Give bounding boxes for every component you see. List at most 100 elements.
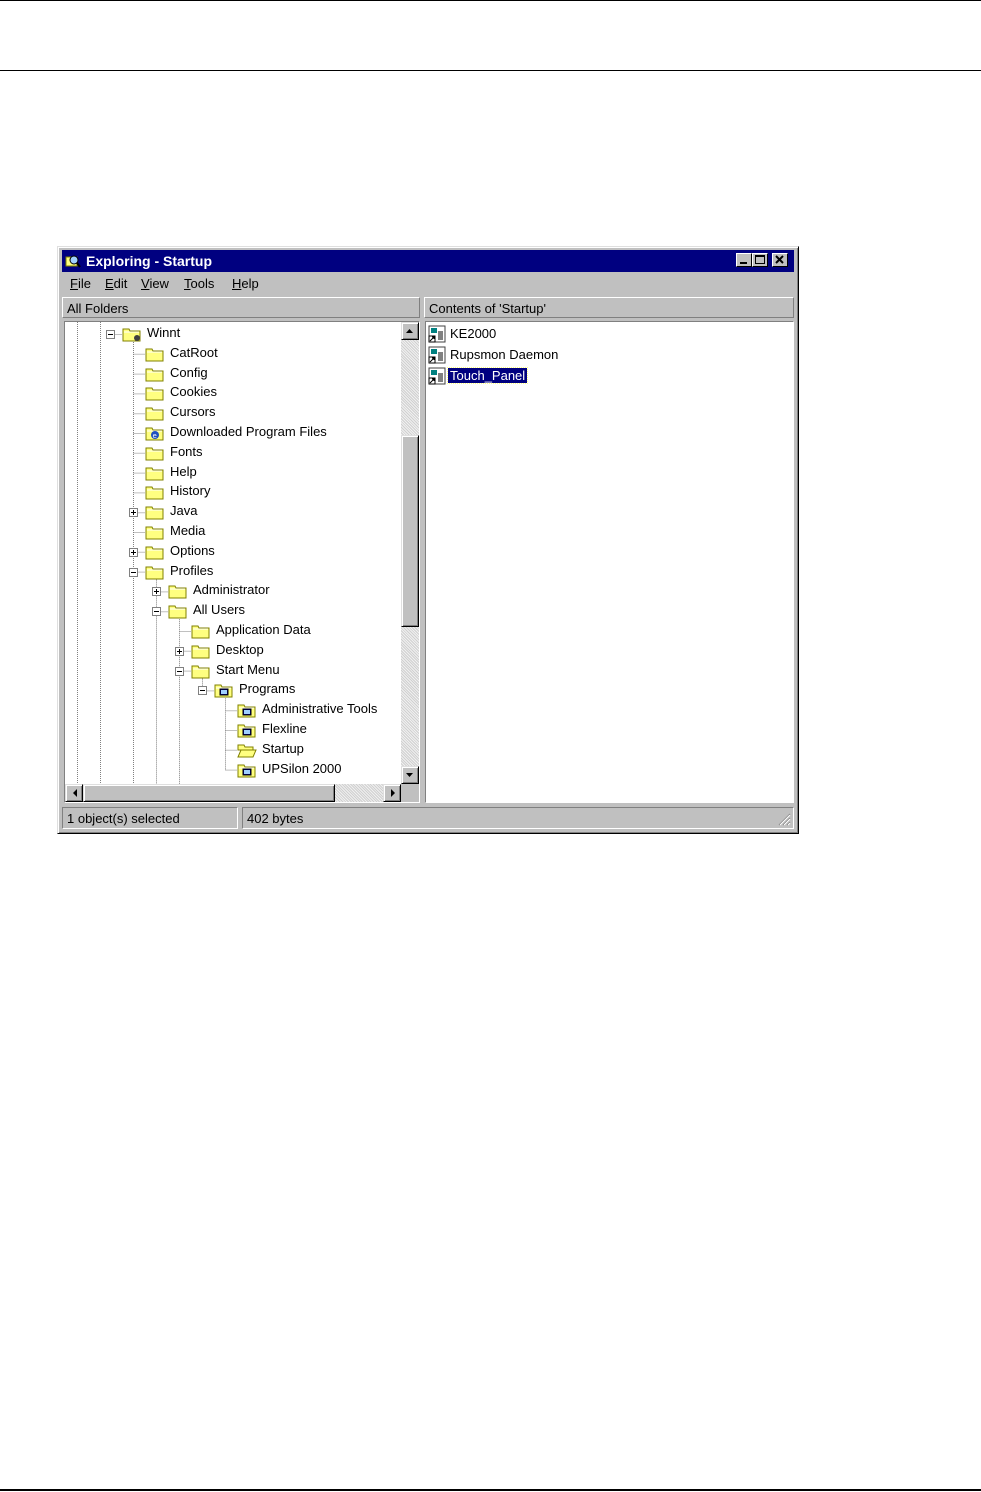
status-selection-panel: 1 object(s) selected <box>62 807 238 829</box>
horizontal-scroll-thumb[interactable] <box>83 784 335 802</box>
ie-folder-icon: e <box>145 425 165 441</box>
maximize-icon <box>755 255 765 264</box>
vertical-scroll-thumb[interactable] <box>401 435 419 627</box>
contents-header: Contents of 'Startup' <box>424 297 794 318</box>
folder-icon <box>145 366 165 382</box>
tree-item-label: UPSilon 2000 <box>262 760 342 776</box>
title-bar[interactable]: Exploring - Startup <box>62 250 794 272</box>
tree-item-label: Fonts <box>170 443 203 459</box>
tree-item-label: Application Data <box>216 622 311 637</box>
menu-view[interactable]: View <box>141 276 169 291</box>
up-arrow-icon <box>406 329 413 333</box>
tree-item-label: Flexline <box>262 721 307 736</box>
program-group-icon <box>237 702 257 718</box>
scroll-right-button[interactable] <box>383 784 401 802</box>
tree-item-label: Java <box>170 503 198 519</box>
status-size-panel: 402 bytes <box>242 807 794 829</box>
expand-icon[interactable] <box>175 646 184 656</box>
menu-help[interactable]: Help <box>232 276 259 291</box>
special-folder-icon <box>122 326 142 342</box>
folder-icon <box>145 346 165 362</box>
file-item-label: Rupsmon Daemon <box>450 347 559 362</box>
maximize-button[interactable] <box>752 253 768 267</box>
status-bar: 1 object(s) selected 402 bytes <box>62 807 794 829</box>
shortcut-icon <box>428 325 446 343</box>
explorer-window: Exploring - Startup File Edit View Tools Hel… <box>57 246 799 834</box>
folder-icon <box>145 385 165 401</box>
program-group-icon <box>214 682 234 698</box>
resize-grip-icon[interactable] <box>777 812 791 826</box>
tree-item-label: Administrative Tools <box>262 701 378 717</box>
collapse-icon[interactable] <box>175 666 184 676</box>
explorer-icon <box>65 255 81 268</box>
folder-icon <box>168 583 188 599</box>
tree-item-label: Downloaded Program Files <box>170 424 327 439</box>
scroll-corner <box>401 784 419 802</box>
minimize-icon <box>740 262 747 264</box>
menu-file[interactable]: File <box>70 276 91 291</box>
contents-list[interactable]: KE2000 Rupsmon Daemon Touch_Panel <box>425 321 794 803</box>
folder-icon <box>145 445 165 461</box>
tree-item-label: Options <box>170 542 215 558</box>
expand-icon[interactable] <box>129 508 138 518</box>
menu-edit[interactable]: Edit <box>105 276 127 291</box>
folder-icon <box>145 564 165 580</box>
tree-item-label: Cookies <box>170 384 217 400</box>
tree-item-label: History <box>170 483 211 499</box>
tree-vertical-scrollbar[interactable] <box>401 322 419 784</box>
tree-item-label: All Users <box>193 602 246 618</box>
collapse-icon[interactable] <box>106 330 115 339</box>
folder-icon <box>145 405 165 421</box>
contents-label: Contents of 'Startup' <box>429 301 546 316</box>
tree-item-label: Desktop <box>216 641 264 657</box>
right-arrow-icon <box>391 789 395 797</box>
svg-text:e: e <box>153 432 157 440</box>
minimize-button[interactable] <box>736 253 752 267</box>
page-footer-rule <box>0 1489 981 1491</box>
tree-item-label: Winnt <box>147 325 181 340</box>
tree-item-label: CatRoot <box>170 344 218 360</box>
tree-item-label: Programs <box>239 681 296 697</box>
file-item-label: KE2000 <box>450 326 497 341</box>
file-item-label: Touch_Panel <box>446 367 529 384</box>
open-folder-icon <box>237 742 257 758</box>
collapse-icon[interactable] <box>198 686 207 696</box>
collapse-icon[interactable] <box>152 607 161 617</box>
status-size: 402 bytes <box>247 811 304 826</box>
down-arrow-icon <box>406 773 413 777</box>
close-icon <box>775 255 784 264</box>
window-title: Exploring - Startup <box>86 253 212 269</box>
folder-icon <box>145 484 165 500</box>
status-selection: 1 object(s) selected <box>67 811 180 826</box>
close-button[interactable] <box>772 253 788 267</box>
folder-icon <box>145 465 165 481</box>
program-group-icon <box>237 722 257 738</box>
folder-tree[interactable]: Winnt CatRoot Config Cookies Cursors e Downloa… <box>64 321 420 803</box>
tree-item-label: Startup <box>262 740 304 756</box>
expand-icon[interactable] <box>129 547 138 557</box>
folder-icon <box>191 623 211 639</box>
left-arrow-icon <box>73 789 77 797</box>
scroll-down-button[interactable] <box>401 766 419 784</box>
tree-item-label: Cursors <box>170 404 216 420</box>
all-folders-label: All Folders <box>67 301 129 316</box>
folder-icon <box>145 524 165 540</box>
folder-icon <box>145 544 165 560</box>
expand-icon[interactable] <box>152 587 161 597</box>
all-folders-header: All Folders <box>62 297 420 318</box>
tree-item-label: Help <box>170 463 197 479</box>
scroll-left-button[interactable] <box>65 784 83 802</box>
scroll-up-button[interactable] <box>401 322 419 340</box>
tree-item-label: Administrator <box>193 582 270 598</box>
folder-icon <box>145 504 165 520</box>
tree-item-label: Profiles <box>170 562 214 578</box>
shortcut-icon <box>428 367 446 385</box>
menu-tools[interactable]: Tools <box>184 276 214 291</box>
page-header-rule <box>0 70 981 71</box>
folder-icon <box>168 603 188 619</box>
tree-horizontal-scrollbar[interactable] <box>65 784 401 802</box>
program-group-icon <box>237 762 257 778</box>
collapse-icon[interactable] <box>129 567 138 577</box>
shortcut-icon <box>428 346 446 364</box>
folder-icon <box>191 663 211 679</box>
